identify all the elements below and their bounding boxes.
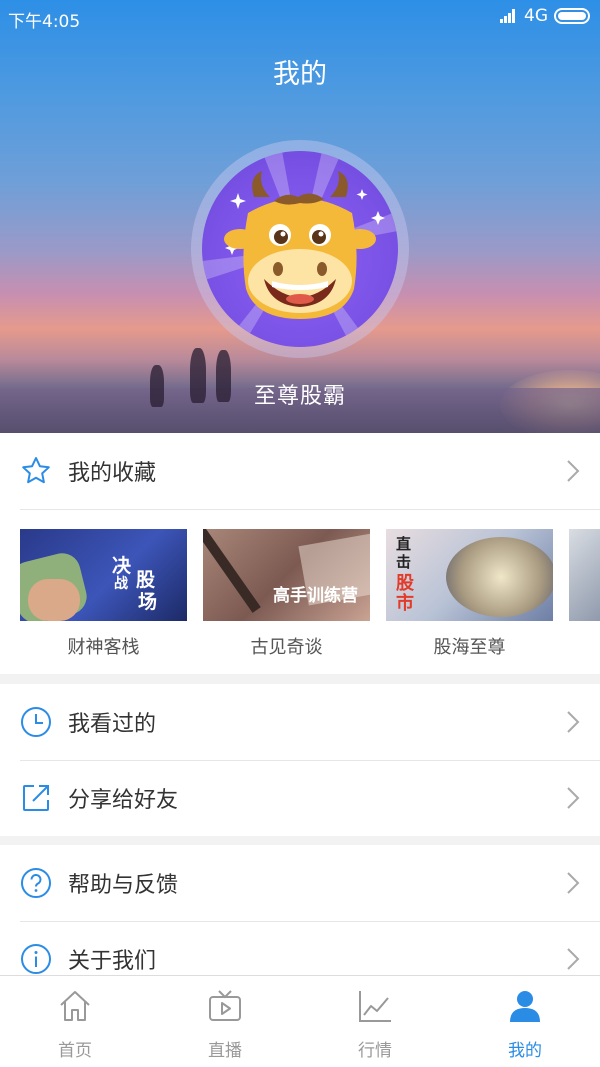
favorite-thumbnail: 直 击 股 市 (386, 529, 553, 621)
help-row[interactable]: 帮助与反馈 (0, 845, 600, 921)
history-label: 我看过的 (68, 712, 157, 737)
thumb-text: 战 (114, 576, 128, 592)
help-icon (21, 868, 51, 898)
favorite-caption: 财神客栈 (67, 637, 140, 658)
favorite-caption: 股海至尊 (433, 637, 506, 658)
network-type: 4G (524, 6, 548, 26)
newspaper-roll-icon (446, 537, 553, 617)
tab-market[interactable]: 行情 (300, 976, 450, 1067)
thumb-text: 高手训练营 (273, 586, 358, 606)
tab-label: 直播 (208, 1041, 242, 1061)
status-time: 下午4:05 (8, 12, 81, 32)
favorite-item-partial[interactable] (569, 529, 600, 659)
tab-label: 我的 (508, 1041, 542, 1061)
bottom-tab-bar: 首页 直播 行情 我的 (0, 975, 600, 1067)
pen-icon (203, 529, 261, 613)
star-icon (22, 457, 50, 484)
chart-icon (359, 991, 391, 1022)
tab-label: 首页 (58, 1041, 92, 1061)
favorite-thumbnail: 高手训练营 (203, 529, 370, 621)
tab-live[interactable]: 直播 (150, 976, 300, 1067)
favorite-item[interactable]: 决 战 股 场 财神客栈 (20, 529, 187, 659)
home-icon (60, 991, 90, 1021)
tv-icon (209, 990, 241, 1021)
avatar[interactable] (202, 151, 398, 347)
favorite-thumbnail (569, 529, 600, 621)
thumb-text: 市 (396, 593, 414, 614)
tab-mine[interactable]: 我的 (450, 976, 600, 1067)
profile-header: 下午4:05 4G 我的 至尊股霸 (0, 0, 600, 433)
favorite-item[interactable]: 高手训练营 古见奇谈 (203, 529, 370, 659)
page-title: 我的 (273, 59, 327, 90)
favorites-row[interactable]: 我的收藏 (0, 433, 600, 509)
divider (20, 509, 600, 510)
chevron-right-icon (567, 872, 580, 894)
share-row[interactable]: 分享给好友 (0, 760, 600, 836)
info-icon (21, 944, 51, 974)
chevron-right-icon (567, 787, 580, 809)
status-bar: 下午4:05 4G (0, 0, 600, 34)
tab-label: 行情 (358, 1041, 392, 1061)
cow-mascot-icon (202, 151, 398, 347)
about-row[interactable]: 关于我们 (0, 921, 600, 975)
clock-icon (21, 707, 51, 737)
username: 至尊股霸 (253, 384, 346, 409)
help-label: 帮助与反馈 (68, 873, 179, 898)
tab-home[interactable]: 首页 (0, 976, 150, 1067)
battery-icon (554, 8, 590, 24)
favorites-card: 我的收藏 决 战 股 场 财神客栈 高手训练营 古见奇谈 直 击 股 市 股海至… (0, 433, 600, 674)
user-icon (510, 991, 540, 1022)
favorite-item[interactable]: 直 击 股 市 股海至尊 (386, 529, 553, 659)
share-icon (23, 785, 49, 811)
share-label: 分享给好友 (68, 788, 179, 813)
chevron-right-icon (567, 460, 580, 482)
favorite-caption: 古见奇谈 (250, 637, 323, 658)
menu-group: 我看过的 分享给好友 (0, 684, 600, 836)
history-row[interactable]: 我看过的 (0, 684, 600, 760)
hand-icon (28, 579, 80, 621)
chevron-right-icon (567, 711, 580, 733)
thumb-text: 场 (138, 591, 158, 613)
chevron-right-icon (567, 948, 580, 970)
favorite-thumbnail: 决 战 股 场 (20, 529, 187, 621)
about-label: 关于我们 (68, 949, 157, 974)
favorites-label: 我的收藏 (68, 461, 157, 486)
menu-group: 帮助与反馈 关于我们 (0, 845, 600, 975)
signal-icon (500, 9, 515, 23)
